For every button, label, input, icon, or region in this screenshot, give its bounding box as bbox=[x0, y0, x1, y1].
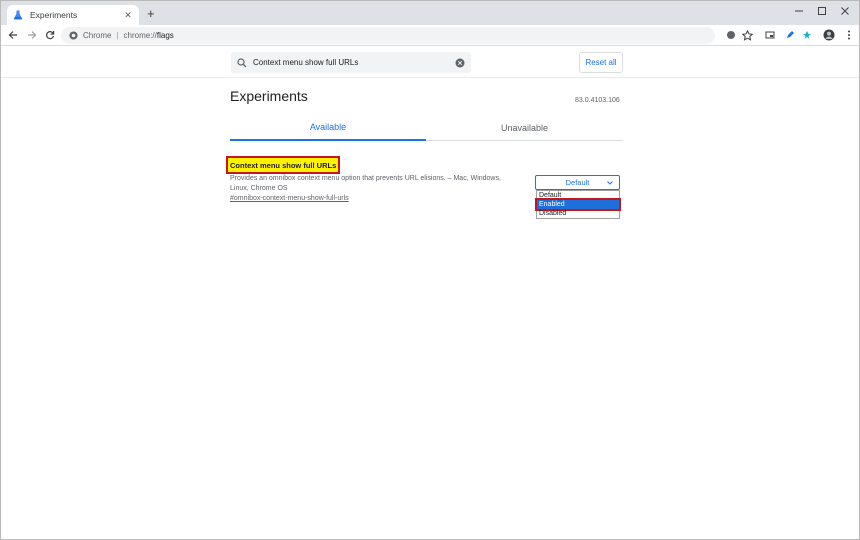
menu-kebab-icon[interactable] bbox=[843, 29, 855, 41]
tab-unavailable[interactable]: Unavailable bbox=[426, 115, 623, 141]
minimize-button[interactable] bbox=[789, 4, 809, 18]
clear-search-icon[interactable] bbox=[455, 58, 465, 68]
maximize-button[interactable] bbox=[812, 4, 832, 18]
experiment-description: Provides an omnibox context menu option … bbox=[230, 175, 501, 192]
cast-icon[interactable] bbox=[764, 29, 776, 41]
option-default[interactable]: Default bbox=[537, 191, 619, 200]
extension-icon[interactable] bbox=[725, 29, 737, 41]
experiment-state-dropdown: Default Enabled Disabled bbox=[535, 190, 621, 219]
flags-search-input[interactable] bbox=[253, 58, 455, 67]
chrome-site-icon bbox=[69, 31, 78, 40]
forward-button[interactable] bbox=[25, 28, 39, 42]
url-scheme: chrome:// bbox=[123, 31, 157, 40]
reload-button[interactable] bbox=[43, 28, 57, 42]
page-title: Experiments bbox=[230, 88, 308, 104]
tab-strip: Experiments ✕ + bbox=[1, 1, 859, 25]
arrow-left-icon bbox=[8, 31, 17, 39]
arrow-right-icon bbox=[28, 31, 37, 39]
tab-title: Experiments bbox=[30, 10, 78, 20]
flags-search-box bbox=[231, 52, 471, 73]
omnibox-chip: Chrome bbox=[83, 31, 112, 40]
new-tab-button[interactable]: + bbox=[147, 7, 155, 21]
experiments-flask-icon bbox=[13, 10, 23, 20]
experiment-state-select[interactable]: Default bbox=[535, 175, 620, 190]
experiment-permalink[interactable]: #omnibox-context-menu-show-full-urls bbox=[230, 195, 349, 202]
puzzle-extension-icon[interactable] bbox=[801, 29, 813, 41]
experiment-title: Context menu show full URLs bbox=[225, 156, 341, 174]
omnibox-separator: | bbox=[116, 31, 119, 40]
search-icon bbox=[237, 57, 247, 68]
browser-window: Experiments ✕ + Chrome | chrome:// flags… bbox=[0, 0, 860, 540]
option-disabled[interactable]: Disabled bbox=[537, 209, 619, 218]
browser-tab-experiments[interactable]: Experiments ✕ bbox=[7, 5, 139, 25]
reset-all-button[interactable]: Reset all bbox=[579, 52, 623, 73]
select-value: Default bbox=[565, 178, 590, 187]
option-enabled[interactable]: Enabled bbox=[535, 198, 621, 211]
tab-available[interactable]: Available bbox=[230, 115, 426, 141]
address-bar[interactable]: Chrome | chrome://flags bbox=[61, 27, 715, 44]
flags-header: Reset all bbox=[1, 47, 859, 78]
browser-toolbar: Chrome | chrome://flags bbox=[1, 25, 859, 46]
chevron-down-icon bbox=[606, 179, 614, 187]
tab-close-icon[interactable]: ✕ bbox=[123, 10, 133, 21]
back-button[interactable] bbox=[6, 28, 20, 42]
pencil-extension-icon[interactable] bbox=[784, 29, 796, 41]
profile-avatar[interactable] bbox=[823, 29, 835, 41]
url-host: flags bbox=[156, 31, 174, 40]
close-window-button[interactable] bbox=[835, 4, 855, 18]
chrome-version: 83.0.4103.106 bbox=[575, 97, 620, 104]
reload-icon bbox=[46, 31, 55, 40]
bookmark-star-icon[interactable] bbox=[741, 29, 753, 41]
